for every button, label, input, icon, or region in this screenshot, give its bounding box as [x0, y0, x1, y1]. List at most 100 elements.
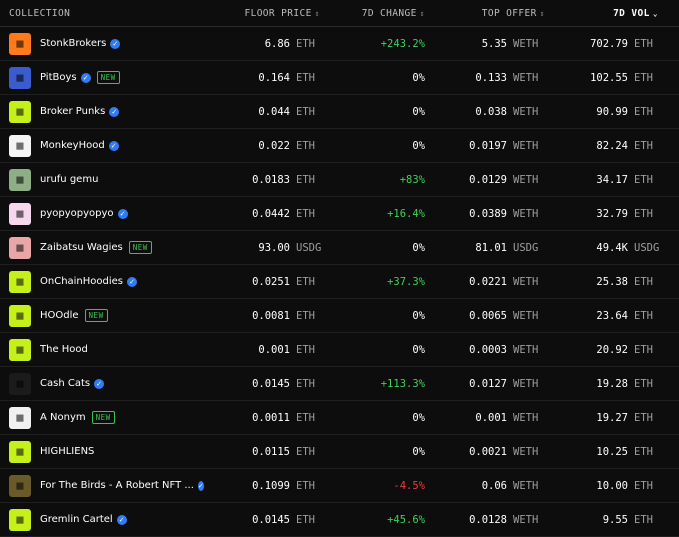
top-offer-unit: WETH — [513, 479, 539, 492]
change-cell: -4.5% — [320, 480, 425, 492]
table-row[interactable]: ◼ PitBoys ✓ NEW 0.164 ETH 0% 0.133 WETH 102… — [0, 61, 679, 95]
table-row[interactable]: ◼ StonkBrokers ✓ 6.86 ETH +243.2% 5.35 WET… — [0, 27, 679, 61]
wolf-icon: ◼ — [15, 173, 25, 186]
collection-name[interactable]: HIGHLIENS — [40, 446, 94, 457]
collection-name[interactable]: PitBoys — [40, 72, 77, 83]
collection-name[interactable]: StonkBrokers — [40, 38, 106, 49]
change-cell: +83% — [320, 174, 425, 186]
top-offer-unit: WETH — [513, 173, 539, 186]
top-offer-value: 0.133 — [475, 71, 507, 84]
top-offer-cell: 81.01 USDG — [425, 242, 545, 254]
top-offer-value: 0.0389 — [469, 207, 507, 220]
collection-name[interactable]: For The Birds - A Robert NFT ... — [40, 480, 194, 491]
floor-price-cell: 0.022 ETH — [200, 140, 320, 152]
floor-price-unit: ETH — [296, 445, 315, 458]
table-row[interactable]: ◼ Gremlin Cartel ✓ 0.0145 ETH +45.6% 0.01… — [0, 503, 679, 537]
volume-value: 19.27 — [596, 411, 628, 424]
change-cell: +37.3% — [320, 276, 425, 288]
collection-cell: ◼ pyopyopyopyo ✓ — [0, 202, 200, 225]
floor-price-unit: ETH — [296, 309, 315, 322]
top-offer-value: 0.0128 — [469, 513, 507, 526]
table-row[interactable]: ◼ Zaibatsu Wagies NEW 93.00 USDG 0% 81.01… — [0, 231, 679, 265]
header-floor-price[interactable]: FLOOR PRICE ⇕ — [200, 8, 320, 19]
volume-cell: 23.64 ETH — [545, 310, 679, 322]
volume-cell: 25.38 ETH — [545, 276, 679, 288]
volume-unit: ETH — [634, 445, 653, 458]
table-row[interactable]: ◼ For The Birds - A Robert NFT ... ✓ 0.1… — [0, 469, 679, 503]
floor-price-unit: ETH — [296, 377, 315, 390]
top-offer-unit: WETH — [513, 37, 539, 50]
avatar: ◼ — [9, 32, 31, 55]
header-7d-vol[interactable]: 7D VOL ⌄ — [545, 8, 679, 19]
collection-name[interactable]: Broker Punks — [40, 106, 105, 117]
table-row[interactable]: ◼ MonkeyHood ✓ 0.022 ETH 0% 0.0197 WETH 82… — [0, 129, 679, 163]
table-row[interactable]: ◼ Broker Punks ✓ 0.044 ETH 0% 0.038 WETH 9… — [0, 95, 679, 129]
top-offer-value: 0.0127 — [469, 377, 507, 390]
collection-name[interactable]: Gremlin Cartel — [40, 514, 113, 525]
collection-cell: ◼ Broker Punks ✓ — [0, 100, 200, 123]
floor-price-value: 6.86 — [264, 37, 290, 50]
briefcase-icon: ◼ — [15, 37, 25, 50]
floor-price-cell: 0.044 ETH — [200, 106, 320, 118]
collection-cell: ◼ PitBoys ✓ NEW — [0, 66, 200, 89]
volume-value: 20.92 — [596, 343, 628, 356]
table-row[interactable]: ◼ A Nonym NEW 0.0011 ETH 0% 0.001 WETH 19.… — [0, 401, 679, 435]
volume-value: 82.24 — [596, 139, 628, 152]
top-offer-unit: WETH — [513, 309, 539, 322]
collection-name[interactable]: urufu gemu — [40, 174, 98, 185]
collection-name[interactable]: pyopyopyopyo — [40, 208, 114, 219]
top-offer-cell: 5.35 WETH — [425, 38, 545, 50]
floor-price-unit: ETH — [296, 71, 315, 84]
top-offer-unit: WETH — [513, 513, 539, 526]
avatar: ◼ — [9, 270, 31, 293]
header-7d-change[interactable]: 7D CHANGE ⇕ — [320, 8, 425, 19]
table-row[interactable]: ◼ HOOdle NEW 0.0081 ETH 0% 0.0065 WETH 23.… — [0, 299, 679, 333]
top-offer-unit: WETH — [513, 207, 539, 220]
floor-price-unit: ETH — [296, 275, 315, 288]
volume-value: 102.55 — [590, 71, 628, 84]
floor-price-unit: ETH — [296, 513, 315, 526]
top-offer-cell: 0.0389 WETH — [425, 208, 545, 220]
change-cell: 0% — [320, 446, 425, 458]
volume-unit: ETH — [634, 275, 653, 288]
collection-name[interactable]: A Nonym — [40, 412, 86, 423]
volume-unit: ETH — [634, 513, 653, 526]
collection-name[interactable]: The Hood — [40, 344, 88, 355]
collection-name[interactable]: OnChainHoodies — [40, 276, 123, 287]
floor-price-unit: ETH — [296, 207, 315, 220]
volume-unit: ETH — [634, 377, 653, 390]
table-row[interactable]: ◼ The Hood 0.001 ETH 0% 0.0003 WETH 20.92 E… — [0, 333, 679, 367]
bird-icon: ◼ — [15, 479, 25, 492]
volume-unit: ETH — [634, 207, 653, 220]
collection-name[interactable]: MonkeyHood — [40, 140, 105, 151]
floor-price-cell: 0.0115 ETH — [200, 446, 320, 458]
floor-price-cell: 0.0251 ETH — [200, 276, 320, 288]
table-row[interactable]: ◼ Cash Cats ✓ 0.0145 ETH +113.3% 0.0127 WE… — [0, 367, 679, 401]
volume-cell: 20.92 ETH — [545, 344, 679, 356]
header-top-offer[interactable]: TOP OFFER ⇕ — [425, 8, 545, 19]
top-offer-cell: 0.0197 WETH — [425, 140, 545, 152]
collection-name[interactable]: HOOdle — [40, 310, 79, 321]
wagie-face-icon: ◼ — [15, 241, 25, 254]
hood-logo-icon: ◼ — [15, 343, 25, 356]
table-row[interactable]: ◼ urufu gemu 0.0183 ETH +83% 0.0129 WETH 3… — [0, 163, 679, 197]
collection-name[interactable]: Zaibatsu Wagies — [40, 242, 123, 253]
top-offer-value: 5.35 — [481, 37, 507, 50]
top-offer-unit: WETH — [513, 71, 539, 84]
collection-name[interactable]: Cash Cats — [40, 378, 90, 389]
change-value: 0% — [412, 241, 425, 254]
floor-price-value: 0.0183 — [252, 173, 290, 186]
alien-icon: ◼ — [15, 445, 25, 458]
table-row[interactable]: ◼ OnChainHoodies ✓ 0.0251 ETH +37.3% 0.02… — [0, 265, 679, 299]
volume-unit: ETH — [634, 173, 653, 186]
avatar: ◼ — [9, 202, 31, 225]
change-cell: +45.6% — [320, 514, 425, 526]
avatar: ◼ — [9, 440, 31, 463]
floor-price-cell: 0.0081 ETH — [200, 310, 320, 322]
new-badge: NEW — [96, 71, 120, 84]
table-row[interactable]: ◼ HIGHLIENS 0.0115 ETH 0% 0.0021 WETH 10.2… — [0, 435, 679, 469]
top-offer-value: 0.0021 — [469, 445, 507, 458]
floor-price-value: 0.0011 — [252, 411, 290, 424]
table-row[interactable]: ◼ pyopyopyopyo ✓ 0.0442 ETH +16.4% 0.0389… — [0, 197, 679, 231]
avatar: ◼ — [9, 474, 31, 497]
